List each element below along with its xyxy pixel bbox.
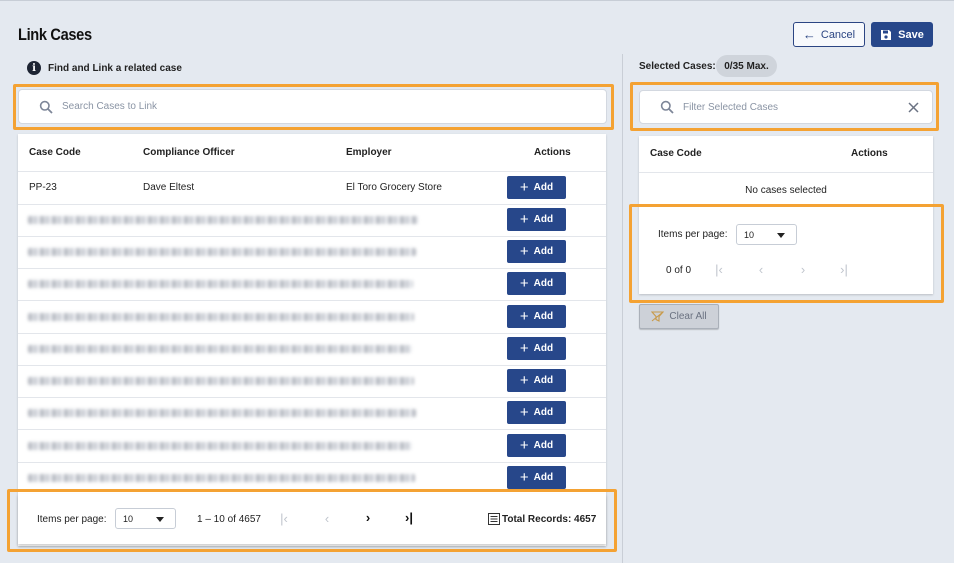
plus-icon: +	[519, 436, 529, 454]
row-divider	[18, 333, 606, 334]
row-divider	[18, 268, 606, 269]
top-divider	[0, 0, 954, 1]
add-label: Add	[533, 407, 554, 418]
search-icon	[39, 100, 53, 114]
save-label: Save	[898, 28, 924, 41]
plus-icon: +	[519, 210, 529, 228]
page-title: Link Cases	[18, 25, 92, 44]
add-label: Add	[533, 246, 554, 257]
save-button[interactable]: Save	[871, 22, 933, 47]
add-button[interactable]: + Add	[507, 466, 566, 489]
filter-selected-placeholder: Filter Selected Cases	[683, 101, 779, 113]
next-page-icon[interactable]: ›	[361, 510, 375, 525]
add-label: Add	[533, 440, 554, 451]
clear-all-label: Clear All	[669, 311, 707, 322]
info-icon: i	[27, 61, 41, 75]
prev-page-icon[interactable]: ‹	[320, 511, 334, 526]
col-actions: Actions	[534, 147, 571, 158]
selected-cases-label: Selected Cases:	[639, 61, 716, 72]
add-label: Add	[533, 375, 554, 386]
close-icon[interactable]	[908, 102, 919, 113]
info-text: Find and Link a related case	[48, 62, 182, 74]
row-divider	[18, 300, 606, 301]
row-divider	[18, 429, 606, 430]
search-icon	[660, 100, 674, 114]
items-per-page-value: 10	[123, 513, 134, 524]
plus-icon: +	[519, 274, 529, 292]
plus-icon: +	[519, 403, 529, 421]
row1-officer: Dave Eltest	[143, 182, 195, 193]
add-label: Add	[533, 343, 554, 354]
plus-icon: +	[519, 242, 529, 260]
add-button[interactable]: + Add	[507, 401, 566, 424]
row-divider	[18, 204, 606, 205]
col-employer: Employer	[346, 147, 392, 158]
plus-icon: +	[519, 307, 529, 325]
add-button[interactable]: + Add	[507, 176, 566, 199]
add-button[interactable]: + Add	[507, 337, 566, 360]
panel-divider	[622, 54, 623, 563]
caret-down-icon	[156, 517, 164, 522]
total-records: Total Records: 4657	[502, 514, 597, 525]
plus-icon: +	[519, 178, 529, 196]
add-label: Add	[533, 214, 554, 225]
filter-selected-input[interactable]: Filter Selected Cases	[639, 90, 933, 124]
redacted-row-content	[28, 345, 412, 353]
plus-icon: +	[519, 371, 529, 389]
clear-all-button[interactable]: Clear All	[639, 304, 719, 329]
col-case-code: Case Code	[650, 148, 702, 159]
redacted-row-content	[28, 313, 414, 321]
redacted-row-content	[28, 474, 415, 482]
header-divider	[18, 171, 606, 172]
header-divider	[639, 172, 933, 173]
page-range: 1 – 10 of 4657	[197, 514, 261, 525]
redacted-row-content	[28, 377, 414, 385]
list-icon	[488, 513, 500, 525]
row-divider	[18, 236, 606, 237]
redacted-row-content	[28, 409, 416, 417]
items-per-page-label: Items per page:	[37, 514, 107, 525]
add-button[interactable]: + Add	[507, 272, 566, 295]
row1-case-code: PP-23	[29, 182, 57, 193]
col-compliance-officer: Compliance Officer	[143, 147, 235, 158]
row-divider	[18, 365, 606, 366]
add-button[interactable]: + Add	[507, 240, 566, 263]
cancel-label: Cancel	[820, 28, 856, 41]
redacted-row-content	[28, 280, 413, 288]
row-divider	[18, 397, 606, 398]
redacted-row-content	[28, 248, 416, 256]
arrow-left-icon: ←	[802, 27, 816, 42]
clear-filter-icon	[651, 311, 665, 322]
add-button[interactable]: + Add	[507, 434, 566, 457]
first-page-icon[interactable]: |‹	[277, 511, 291, 526]
col-actions: Actions	[851, 148, 888, 159]
col-case-code: Case Code	[29, 147, 81, 158]
add-label: Add	[533, 182, 554, 193]
plus-icon: +	[519, 468, 529, 486]
row-divider	[18, 462, 606, 463]
add-label: Add	[533, 311, 554, 322]
empty-state-text: No cases selected	[745, 185, 827, 196]
highlight-right-pager	[629, 204, 944, 303]
row1-employer: El Toro Grocery Store	[346, 182, 442, 193]
cancel-button[interactable]: ← Cancel	[793, 22, 865, 47]
add-label: Add	[533, 278, 554, 289]
add-label: Add	[533, 472, 554, 483]
search-cases-placeholder: Search Cases to Link	[62, 101, 158, 112]
redacted-row-content	[28, 442, 412, 450]
redacted-row-content	[28, 216, 418, 224]
search-cases-input[interactable]: Search Cases to Link	[18, 89, 607, 124]
floppy-disk-icon	[881, 29, 892, 40]
info-hint: i Find and Link a related case	[27, 61, 182, 75]
add-button[interactable]: + Add	[507, 305, 566, 328]
left-pager: Items per page: 10 1 – 10 of 4657 |‹ ‹ ›…	[18, 494, 606, 544]
add-button[interactable]: + Add	[507, 208, 566, 231]
add-button[interactable]: + Add	[507, 369, 566, 392]
items-per-page-select[interactable]: 10	[115, 508, 176, 529]
cases-table: Case Code Compliance Officer Employer Ac…	[18, 134, 606, 546]
selected-count-badge: 0/35 Max.	[716, 55, 777, 77]
last-page-icon[interactable]: ›|	[402, 510, 416, 525]
plus-icon: +	[519, 339, 529, 357]
